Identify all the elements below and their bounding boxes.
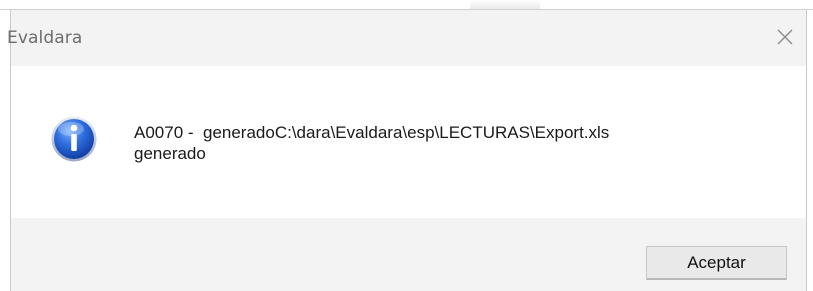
info-icon [51,116,97,162]
dialog-content: A0070 - generadoC:\dara\Evaldara\esp\LEC… [11,66,806,218]
dialog-title: Evaldara [7,28,83,48]
screen: Evaldara A0070 - generadoC:\dara\Evaldar… [0,0,813,291]
accept-button[interactable]: Aceptar [646,246,787,280]
close-button[interactable] [770,22,800,52]
button-bottom-edge [647,278,786,280]
close-icon [777,29,793,45]
dialog-titlebar[interactable]: Evaldara [7,10,806,66]
message-dialog: Evaldara A0070 - generadoC:\dara\Evaldar… [7,10,807,291]
dialog-message: A0070 - generadoC:\dara\Evaldara\esp\LEC… [134,123,610,163]
dialog-footer: Aceptar [11,218,806,291]
background-window-edge [0,0,813,10]
accept-button-label: Aceptar [687,253,746,272]
background-window-fragment [470,0,540,9]
